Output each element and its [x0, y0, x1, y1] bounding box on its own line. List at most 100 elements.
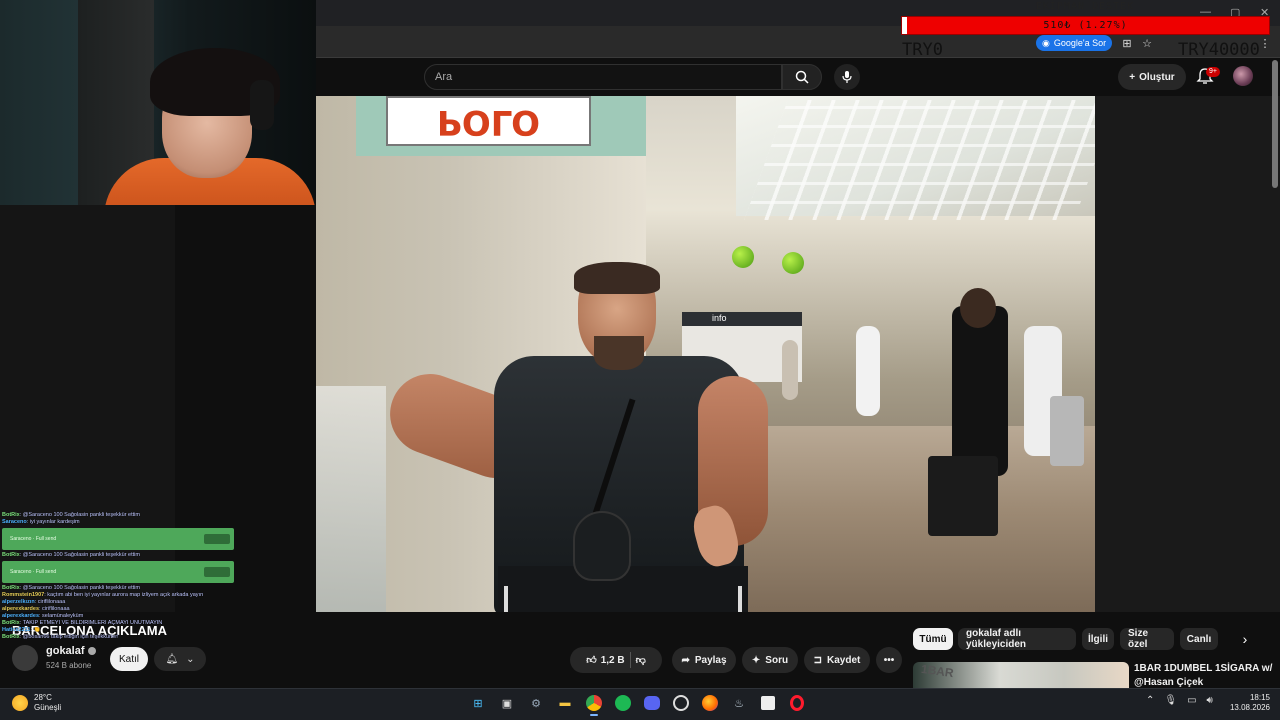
account-avatar[interactable] [1233, 66, 1253, 86]
chip-for-you[interactable]: Size özel [1120, 628, 1174, 650]
firefox-icon[interactable] [700, 693, 720, 713]
search-icon [795, 70, 809, 84]
join-button[interactable]: Katıl [110, 647, 148, 671]
goal-max-label: TRY40000 [1178, 40, 1260, 60]
task-view-icon[interactable]: ▣ [497, 693, 517, 713]
info-sign: info [712, 313, 727, 323]
google-lens-icon: ◉ [1042, 37, 1050, 48]
google-ask-button[interactable]: ◉ Google'a Sor [1036, 35, 1113, 51]
bookmark-icon: ⊐ [813, 654, 823, 666]
donation-progress-text: 510₺ (1.27%) [1043, 20, 1128, 31]
channel-avatar[interactable] [12, 645, 38, 671]
chat-text: : @Saraceno 100 Sağolasin pankli teşekkü… [19, 512, 140, 518]
create-label: Oluştur [1139, 71, 1175, 83]
chat-text: : ciriflilonaaa [39, 606, 70, 612]
chrome-icon[interactable] [584, 693, 604, 716]
chat-text: : selamünaleyküm [39, 613, 84, 619]
chat-username: Saraceno [2, 519, 27, 525]
chat-overlay: BotRix : @Saraceno 100 Sağolasin pankli t… [2, 512, 242, 641]
more-actions-button[interactable]: ••• [876, 647, 902, 673]
dislike-button[interactable]: 👎︎ [636, 654, 646, 666]
tray-overflow-icon[interactable]: ⌃ [1146, 695, 1154, 706]
chip-all[interactable]: Tümü [913, 628, 953, 650]
channel-name[interactable]: gokalaf [46, 645, 96, 657]
search-input[interactable]: Ara [424, 64, 782, 90]
ask-button[interactable]: ✦ Soru [742, 647, 798, 673]
chat-text: : ciriflilonaaa [34, 599, 66, 605]
recommended-video-thumbnail[interactable]: 1BAR [913, 662, 1129, 688]
bookmark-star-icon[interactable]: ☆ [1140, 36, 1154, 50]
chat-event-badge [204, 567, 230, 577]
microphone-icon [842, 71, 852, 83]
chat-text: : iyi yayınlar kardeşim [26, 519, 80, 525]
menu-dots-icon[interactable]: ⋮ [1258, 36, 1272, 50]
taskbar-apps: ⊞ ▣ ⚙ ▬ ♨ [468, 693, 807, 716]
chat-text: : TAKİP ETMEYİ VE BİLDİRİMLERİ AÇMAYI UN… [19, 620, 163, 626]
chat-text: : @Saraceno 100 Sağolasin pankli teşekkü… [19, 585, 140, 591]
steam-icon[interactable]: ♨ [729, 693, 749, 713]
video-player[interactable]: POLO info [316, 96, 1095, 612]
bystander-head [960, 288, 996, 328]
settings-icon[interactable]: ⚙ [526, 693, 546, 713]
chat-event-card: Saraceno · Full send [2, 528, 234, 550]
chat-text: : 👏 [30, 627, 41, 633]
person [378, 226, 768, 612]
bystander [952, 306, 1008, 476]
volume-icon[interactable]: 🔊︎ [1207, 695, 1213, 706]
voice-search-button[interactable] [834, 64, 860, 90]
google-ask-label: Google'a Sor [1053, 38, 1107, 48]
subscription-notifications-button[interactable]: 🔔︎ ⌄ [154, 647, 206, 671]
weather-widget[interactable]: 28°C Güneşli [12, 693, 61, 713]
share-label: Paylaş [694, 654, 727, 666]
sun-icon [12, 695, 28, 711]
donation-goal-title: EKİPMAN DESTEK [1035, 1, 1135, 12]
share-icon: ➦ [681, 654, 690, 666]
discord-icon[interactable] [642, 693, 662, 713]
like-button[interactable]: 👍︎ 1,2 B [586, 654, 625, 667]
glass-counter [316, 386, 386, 612]
goal-min-label: TRY0 [902, 40, 943, 60]
bystander [856, 326, 880, 416]
like-dislike-group: 👍︎ 1,2 B 👎︎ [570, 647, 662, 673]
time: 18:15 [1249, 693, 1270, 702]
obs-icon[interactable] [671, 693, 691, 713]
save-button[interactable]: ⊐ Kaydet [804, 647, 870, 673]
page-scrollbar[interactable] [1272, 60, 1278, 188]
video-letterbox-right [1095, 96, 1280, 612]
chat-message: BotRix: TAKİP ETMEYİ VE BİLDİRİMLERİ AÇM… [2, 620, 242, 627]
chip-related[interactable]: İlgili [1082, 628, 1114, 650]
green-balloon [782, 252, 804, 274]
install-app-icon[interactable]: ⊞ [1120, 36, 1134, 50]
thumbs-down-icon: 👎︎ [635, 655, 646, 666]
search-button[interactable] [782, 64, 822, 90]
bystander [782, 340, 798, 400]
temperature: 28°C [34, 693, 52, 702]
recommended-video-title[interactable]: 1BAR 1DUMBEL 1SİGARA w/ @Hasan Çiçek [1134, 662, 1274, 690]
microphone-tray-icon[interactable]: 🎙︎ [1164, 695, 1177, 706]
start-icon[interactable]: ⊞ [468, 693, 488, 713]
screen: — ▢ ✕ ◉ Google'a Sor ⊞ ☆ ⋮ Ara + Oluştur… [0, 0, 1280, 720]
file-explorer-icon[interactable]: ▬ [555, 693, 575, 713]
taskbar-clock[interactable]: 18:15 13.08.2026 [1224, 693, 1270, 713]
chat-username: alperexkardes [2, 606, 39, 612]
share-button[interactable]: ➦ Paylaş [672, 647, 736, 673]
app-icon[interactable] [758, 693, 778, 713]
bell-icon: 🔔︎ [165, 653, 179, 665]
chevron-right-icon[interactable]: › [1236, 630, 1254, 648]
channel-name-text: gokalaf [46, 645, 85, 657]
chat-message: Saraceno: iyi yayınlar kardeşim [2, 519, 242, 526]
verified-icon [87, 647, 96, 656]
chip-from-uploader[interactable]: gokalaf adlı yükleyiciden [958, 628, 1076, 650]
suitcase [928, 456, 998, 536]
network-icon[interactable]: ▭ [1187, 695, 1196, 706]
chat-username: alperexkardes [2, 613, 39, 619]
chat-username: BotRix [2, 552, 20, 558]
save-label: Kaydet [827, 654, 861, 666]
opera-icon[interactable] [787, 693, 807, 713]
chat-message: alperexkardes: ciriflilonaaa [2, 606, 242, 613]
like-count: 1,2 B [600, 654, 625, 666]
chat-message: BotRix: @Saraceno 100 Sağolasin pankli t… [2, 512, 242, 519]
spotify-icon[interactable] [613, 693, 633, 713]
create-button[interactable]: + Oluştur [1118, 64, 1186, 90]
chip-live[interactable]: Canlı [1180, 628, 1218, 650]
